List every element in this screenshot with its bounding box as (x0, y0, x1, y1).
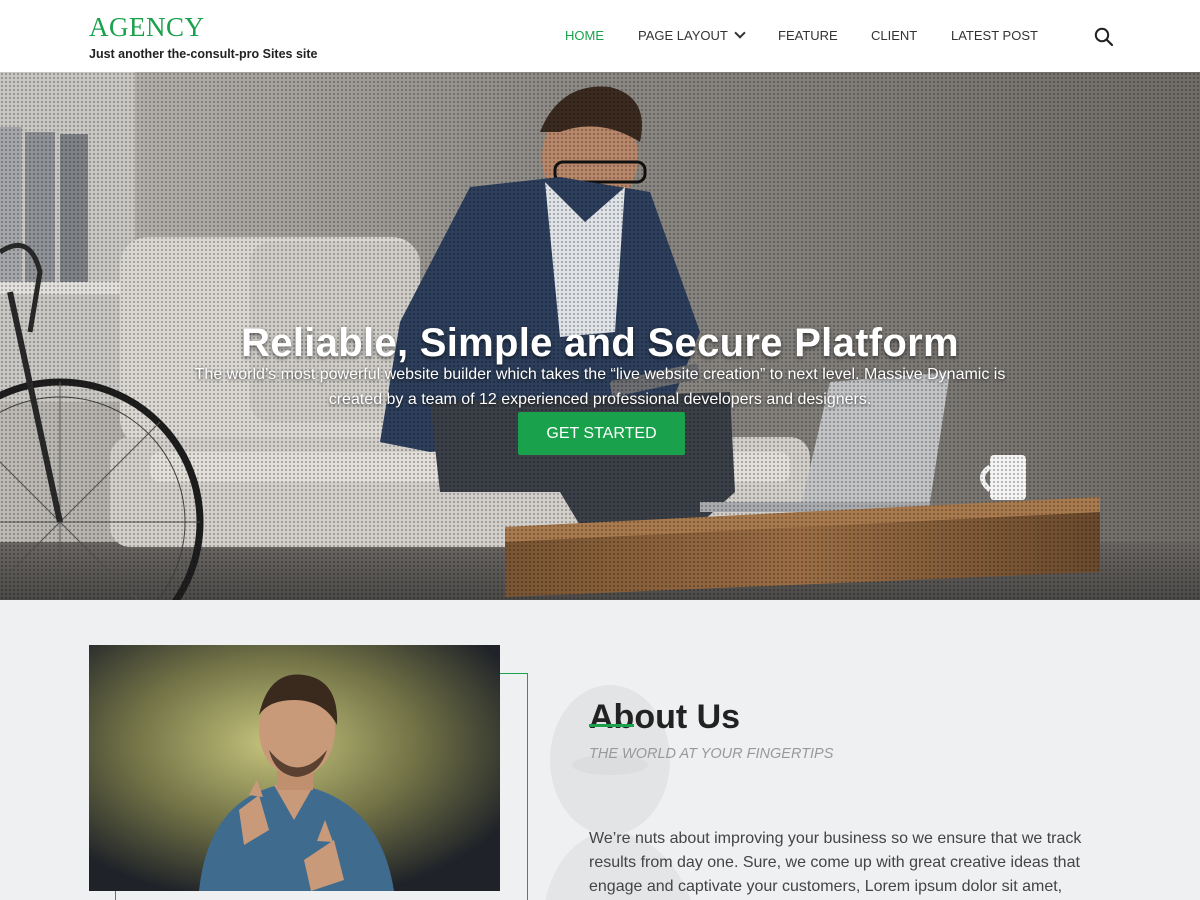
about-subtitle: THE WORLD AT YOUR FINGERTIPS (589, 746, 834, 762)
hero-title: Reliable, Simple and Secure Platform (241, 320, 959, 365)
search-icon (1094, 27, 1114, 47)
site-tagline: Just another the-consult-pro Sites site (89, 47, 318, 61)
about-section: About Us THE WORLD AT YOUR FINGERTIPS We… (0, 600, 1200, 900)
nav-item-feature[interactable]: FEATURE (778, 27, 838, 45)
nav-item-label: CLIENT (871, 28, 918, 43)
hero-description: The world’s most powerful website builde… (194, 366, 1006, 408)
nav-item-latest-post[interactable]: LATEST POST (951, 27, 1038, 45)
hero-banner: Reliable, Simple and Secure Platform The… (0, 72, 1200, 600)
site-title[interactable]: AGENCY (89, 12, 205, 42)
chevron-down-icon (734, 27, 746, 39)
about-body-text: We’re nuts about improving your business… (589, 830, 1082, 895)
nav-item-label: LATEST POST (951, 28, 1038, 43)
heading-underline (589, 724, 634, 727)
get-started-button[interactable]: GET STARTED (518, 412, 685, 455)
nav-item-label: PAGE LAYOUT (638, 28, 728, 43)
nav-item-label: FEATURE (778, 28, 838, 43)
nav-item-client[interactable]: CLIENT (871, 27, 917, 45)
about-heading: About Us (589, 698, 741, 737)
nav-item-home[interactable]: HOME (565, 27, 604, 45)
nav-item-label: HOME (565, 28, 604, 43)
site-header: AGENCY Just another the-consult-pro Site… (0, 0, 1200, 72)
nav-item-page-layout[interactable]: PAGE LAYOUT (638, 27, 746, 45)
about-photo-image (89, 645, 500, 891)
about-photo (89, 645, 500, 891)
search-button[interactable] (1093, 26, 1115, 48)
